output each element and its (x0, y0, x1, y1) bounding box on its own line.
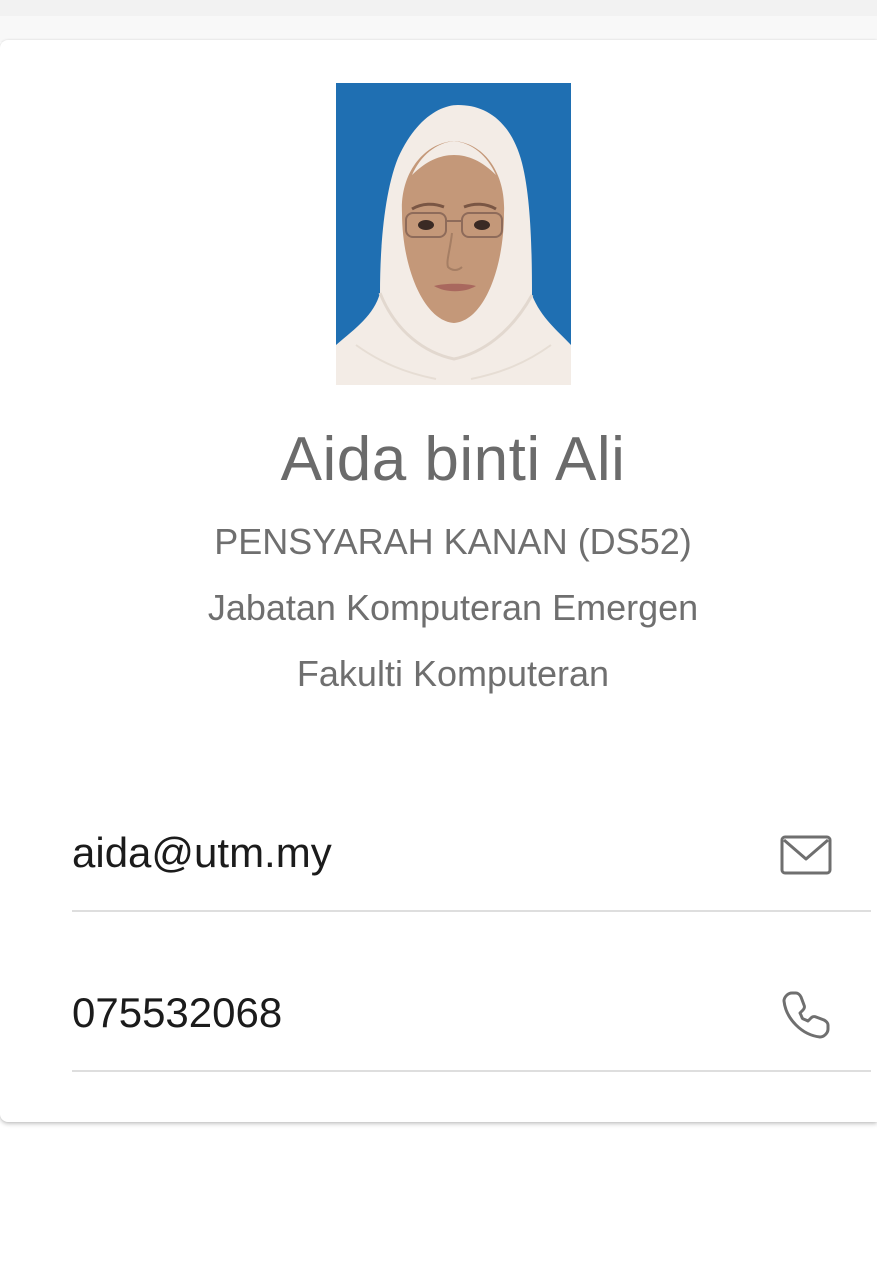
page-background (0, 16, 877, 42)
staff-faculty: Fakulti Komputeran (296, 653, 610, 694)
staff-department: Jabatan Komputeran Emergen (207, 587, 699, 628)
email-address[interactable]: aida@utm.my (72, 828, 332, 878)
top-strip (0, 0, 877, 16)
profile-card: Aida binti Ali PENSYARAH KANAN (DS52) Ja… (0, 40, 877, 1122)
staff-name: Aida binti Ali (280, 425, 626, 494)
staff-position: PENSYARAH KANAN (DS52) (214, 521, 692, 562)
email-row[interactable]: aida@utm.my (72, 800, 871, 912)
phone-row[interactable]: 075532068 (72, 960, 871, 1072)
phone-icon[interactable] (778, 987, 834, 1043)
phone-number[interactable]: 075532068 (72, 988, 282, 1038)
profile-photo (336, 83, 571, 385)
mail-icon[interactable] (778, 827, 834, 883)
